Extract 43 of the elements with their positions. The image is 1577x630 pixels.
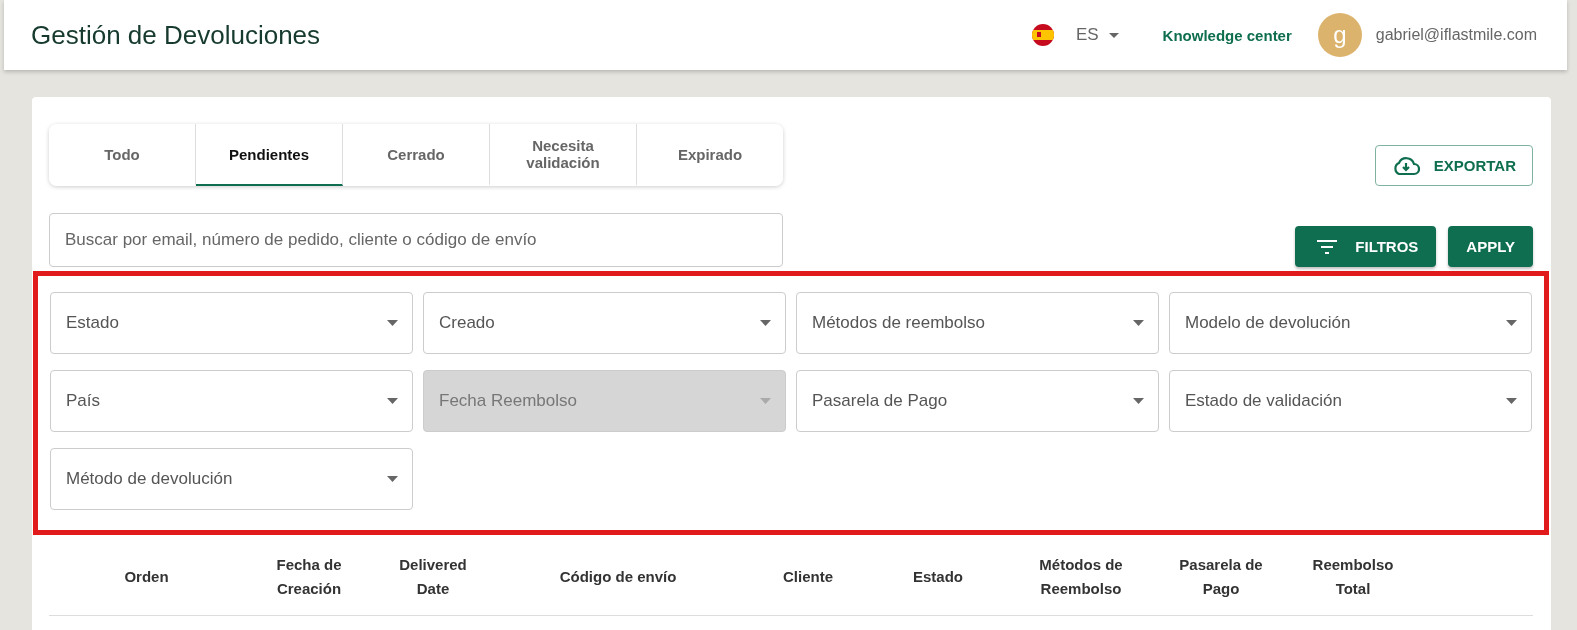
- column-header: Orden: [123, 567, 170, 587]
- column-header: Delivered Date: [398, 555, 468, 599]
- filter-dropdown[interactable]: Estado de validación: [1169, 370, 1532, 432]
- column-header: Fecha de Creación: [275, 555, 343, 599]
- column-header: Estado: [912, 567, 964, 587]
- filter-dropdown[interactable]: Pasarela de Pago: [796, 370, 1159, 432]
- filter-dropdown[interactable]: Método de devolución: [50, 448, 413, 510]
- tab[interactable]: Expirado: [637, 124, 783, 186]
- caret-icon: [1108, 32, 1119, 38]
- tab[interactable]: Cerrado: [343, 124, 490, 186]
- filter-dropdown[interactable]: Estado: [50, 292, 413, 354]
- column-header: Cliente: [782, 567, 834, 587]
- language-selector[interactable]: ES: [1075, 25, 1119, 45]
- cloud-download-icon: [1391, 155, 1420, 176]
- filter-icon: [1317, 239, 1338, 254]
- column-header: Código de envío: [558, 567, 678, 587]
- caret-icon: [760, 398, 771, 404]
- export-button[interactable]: EXPORTAR: [1374, 145, 1533, 186]
- flag-icon: [1031, 24, 1054, 46]
- caret-icon: [1506, 320, 1517, 326]
- tab[interactable]: Todo: [49, 124, 196, 186]
- column-header: Métodos de Reembolso: [1038, 555, 1124, 599]
- filter-dropdown[interactable]: Creado: [423, 292, 786, 354]
- search-field[interactable]: Buscar por email, número de pedido, cliente o código de envío: [49, 213, 783, 267]
- user-email: gabriel@iflastmile.com: [1375, 26, 1537, 44]
- filter-dropdown[interactable]: Métodos de reembolso: [796, 292, 1159, 354]
- filter-dropdown[interactable]: País: [50, 370, 413, 432]
- page-title: Gestión de Devoluciones: [31, 19, 321, 51]
- knowledge-center-link[interactable]: Knowledge center: [1162, 26, 1292, 44]
- caret-icon: [1133, 398, 1144, 404]
- caret-icon: [760, 320, 771, 326]
- caret-icon: [387, 398, 398, 404]
- apply-button[interactable]: APPLY: [1448, 226, 1533, 267]
- caret-icon: [387, 320, 398, 326]
- column-header: Reembolso Total: [1311, 555, 1395, 599]
- caret-icon: [1133, 320, 1144, 326]
- caret-icon: [387, 476, 398, 482]
- filters-button[interactable]: FILTROS: [1295, 226, 1437, 267]
- tab[interactable]: Pendientes: [196, 124, 343, 186]
- caret-icon: [1506, 398, 1517, 404]
- column-header: Pasarela de Pago: [1178, 555, 1264, 599]
- tab[interactable]: Necesita validación: [490, 124, 637, 186]
- filter-dropdown[interactable]: Modelo de devolución: [1169, 292, 1532, 354]
